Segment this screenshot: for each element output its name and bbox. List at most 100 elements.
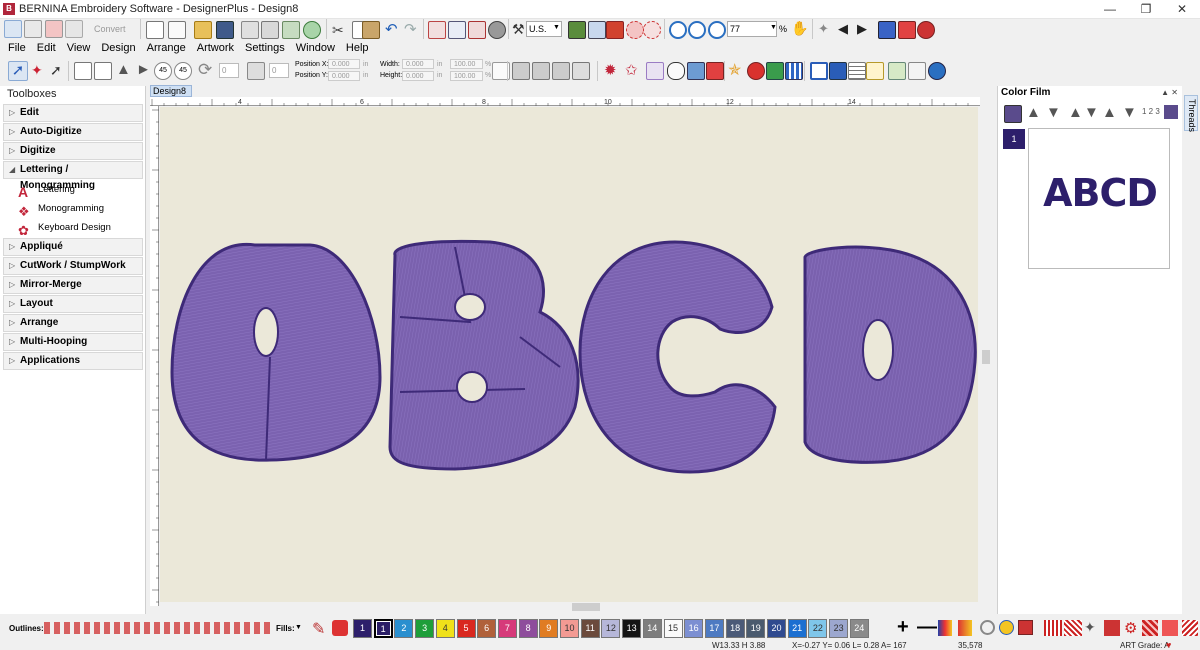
toolbox-item-lettering[interactable]: A Lettering <box>0 180 145 200</box>
position-x-field[interactable]: 0.000 <box>328 59 360 69</box>
zoom-in-icon[interactable] <box>669 21 687 39</box>
width-field[interactable]: 0.000 <box>402 59 434 69</box>
sequence-icon[interactable] <box>878 21 896 39</box>
fabric-icon[interactable] <box>766 62 784 80</box>
letter-c[interactable] <box>578 240 777 474</box>
stitch-type-icon[interactable] <box>1044 620 1062 636</box>
hoop-view-icon[interactable] <box>588 21 606 39</box>
open-folder-icon[interactable] <box>194 21 212 39</box>
angle-tool-icon[interactable]: ✦ <box>1084 619 1096 636</box>
toolbox-cutwork-stumpwork[interactable]: ▷ CutWork / StumpWork <box>3 257 143 275</box>
send-to-icon[interactable] <box>448 21 466 39</box>
thread-swatch[interactable]: 16 <box>684 619 704 638</box>
vertical-scrollbar[interactable] <box>980 97 992 612</box>
chevron-down-icon[interactable]: ▼ <box>553 24 560 31</box>
thread-swatch[interactable]: 1 <box>353 619 372 638</box>
menu-view[interactable]: View <box>67 40 91 56</box>
star-icon[interactable]: ✯ <box>728 60 741 80</box>
thread-swatch[interactable]: 12 <box>601 619 621 638</box>
write-card-icon[interactable] <box>303 21 321 39</box>
mirror-horizontal-icon[interactable]: ▲ <box>116 61 131 78</box>
mirror-vertical-icon[interactable]: ► <box>136 61 151 78</box>
toolbox-item-monogramming[interactable]: ❖ Monogramming <box>0 199 145 219</box>
star-outline-icon[interactable]: ✩ <box>625 61 638 79</box>
shape-icon[interactable] <box>667 62 685 80</box>
hoop-icon[interactable] <box>643 21 661 39</box>
rotate-right-icon[interactable]: 45 <box>174 62 192 80</box>
export-machine-icon[interactable] <box>282 21 300 39</box>
rotate-angle-field[interactable]: 0 <box>219 63 239 78</box>
point-select-icon[interactable]: ✦ <box>31 62 43 79</box>
cross-stitch-icon[interactable] <box>1182 620 1198 636</box>
skew-icon[interactable] <box>247 62 265 80</box>
thread-swatch[interactable]: 19 <box>746 619 766 638</box>
background-icon[interactable] <box>888 62 906 80</box>
menu-arrange[interactable]: Arrange <box>147 40 186 56</box>
color-film-preview[interactable]: ABCD <box>1028 128 1170 269</box>
motif-gear-icon[interactable]: ⚙ <box>1124 619 1137 637</box>
height-field[interactable]: 0.000 <box>402 71 434 81</box>
print-preview-icon[interactable] <box>241 21 259 39</box>
fill-stitch-icon[interactable] <box>1104 620 1120 636</box>
rotate-left-icon[interactable]: 45 <box>154 62 172 80</box>
minimize-button[interactable]: — <box>1092 0 1128 19</box>
color-film-entry-swatch[interactable]: 1 <box>1003 129 1025 149</box>
stitch-player-icon[interactable] <box>917 21 935 39</box>
combine-icon[interactable] <box>1164 105 1178 119</box>
help-icon[interactable] <box>928 62 946 80</box>
fill-toggle-icon[interactable] <box>706 62 724 80</box>
artwork-mode-icon[interactable] <box>24 20 42 38</box>
move-bottom-icon[interactable]: ▼ <box>1046 104 1061 121</box>
horizontal-scroll-thumb[interactable] <box>572 603 600 611</box>
thread-swatch[interactable]: 13 <box>622 619 642 638</box>
thread-chart-icon[interactable] <box>958 620 972 636</box>
show-realistic-icon[interactable] <box>568 21 586 39</box>
letter-b[interactable] <box>388 239 580 471</box>
menu-window[interactable]: Window <box>296 40 335 56</box>
ribbon-icon[interactable] <box>626 21 644 39</box>
thread-swatch[interactable]: 10 <box>560 619 579 638</box>
previous-icon[interactable]: ◀ <box>838 21 848 37</box>
thread-swatch[interactable]: 15 <box>663 619 683 638</box>
thread-swatch[interactable]: 22 <box>808 619 828 638</box>
zoom-out-icon[interactable] <box>688 21 706 39</box>
thread-swatch[interactable]: 6 <box>477 619 497 638</box>
save-icon[interactable] <box>216 21 234 39</box>
sort-numeric-label[interactable]: 1 2 3 <box>1142 107 1160 116</box>
letter-a[interactable] <box>170 242 382 462</box>
vertical-scroll-thumb[interactable] <box>982 350 990 364</box>
letter-d[interactable] <box>803 245 977 464</box>
menu-file[interactable]: File <box>8 40 26 56</box>
select-arrow-icon[interactable]: ➚ <box>8 61 28 81</box>
thread-swatch[interactable]: 5 <box>456 619 476 638</box>
horizontal-scrollbar[interactable] <box>160 602 980 612</box>
chevron-down-icon[interactable]: ▼ <box>770 24 777 31</box>
tab-design8[interactable]: Design8 ✕ <box>150 85 192 106</box>
artwork-view-icon[interactable] <box>908 62 926 80</box>
toolbox-applications[interactable]: ▷ Applications <box>3 352 143 370</box>
density-icon[interactable] <box>646 62 664 80</box>
undo-icon[interactable]: ↶ <box>385 20 398 38</box>
menu-settings[interactable]: Settings <box>245 40 285 56</box>
pattern-fill-icon[interactable] <box>1142 620 1158 636</box>
color-palette-icon[interactable] <box>747 62 765 80</box>
thread-swatch[interactable]: 3 <box>415 619 435 638</box>
show-hoop-icon[interactable] <box>468 21 486 39</box>
bobbin-icon[interactable] <box>1018 620 1033 635</box>
tools-icon[interactable]: ⚒ <box>512 21 525 38</box>
chevron-down-icon[interactable]: ▼ <box>295 624 302 631</box>
eyedropper-icon[interactable]: ✎ <box>312 619 325 639</box>
thread-swatch[interactable]: 4 <box>435 619 455 638</box>
toolbox-arrange[interactable]: ▷ Arrange <box>3 314 143 332</box>
color-fill-icon[interactable] <box>332 620 348 636</box>
thread-swatch[interactable]: 11 <box>580 619 600 638</box>
move-up-icon[interactable]: ▲ <box>1068 104 1083 121</box>
rotate-free-icon[interactable]: ⟳ <box>198 60 212 80</box>
thread-swatch[interactable]: 7 <box>497 619 517 638</box>
skew-angle-field[interactable]: 0 <box>269 63 289 78</box>
blackwork-icon[interactable] <box>687 62 705 80</box>
texture-icon[interactable] <box>1162 620 1178 636</box>
cutwork-mode-icon[interactable] <box>45 20 63 38</box>
menu-help[interactable]: Help <box>346 40 369 56</box>
options-gear-icon[interactable] <box>488 21 506 39</box>
